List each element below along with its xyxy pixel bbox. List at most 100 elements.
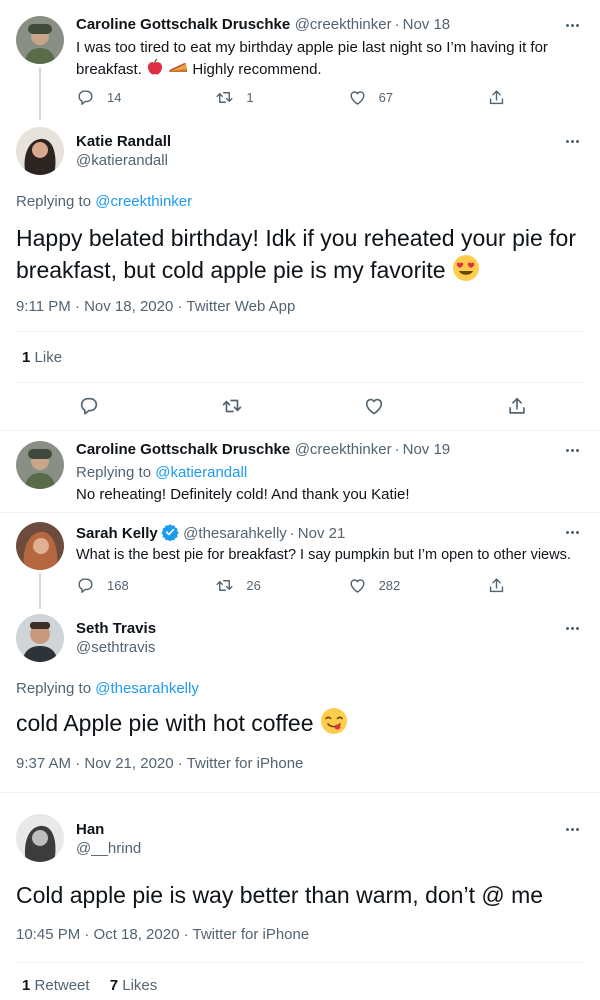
tweet-header: Katie Randall @katierandall xyxy=(76,133,171,169)
tweet-text: I was too tired to eat my birthday apple… xyxy=(76,38,586,82)
retweet-icon xyxy=(221,395,243,417)
display-name[interactable]: Katie Randall xyxy=(76,133,171,150)
more-icon[interactable] xyxy=(566,824,584,834)
tweet-text: What is the best pie for breakfast? I sa… xyxy=(76,547,571,563)
separator-dot: · xyxy=(289,525,295,542)
handle[interactable]: @creekthinker xyxy=(295,16,392,33)
handle[interactable]: @katierandall xyxy=(76,152,171,169)
divider xyxy=(0,430,600,431)
timestamp[interactable]: Nov 18 xyxy=(403,16,451,33)
thread-line xyxy=(39,573,41,609)
handle[interactable]: @sethtravis xyxy=(76,639,156,656)
like-button[interactable]: 282 xyxy=(348,576,401,595)
retweet-icon xyxy=(215,88,234,107)
replying-to: Replying to @creekthinker xyxy=(16,193,192,210)
retweet-stat-label: Retweet xyxy=(34,977,90,994)
like-icon xyxy=(348,576,367,595)
reply-button[interactable]: 14 xyxy=(76,88,121,107)
avatar[interactable] xyxy=(16,127,64,175)
thread-line xyxy=(39,68,41,120)
retweet-button[interactable]: 1 xyxy=(215,88,254,107)
tweet-text-line: breakfast. Highly recommend. xyxy=(76,58,586,82)
replying-to-link[interactable]: @creekthinker xyxy=(95,193,192,210)
divider xyxy=(16,382,584,383)
retweet-button[interactable]: 26 xyxy=(215,576,261,595)
tweet-actions: 14 1 67 xyxy=(76,88,506,107)
tweet-header: Seth Travis @sethtravis xyxy=(76,620,156,656)
avatar[interactable] xyxy=(16,814,64,862)
like-stat-label: Like xyxy=(34,349,63,366)
like-button[interactable]: 67 xyxy=(348,88,393,107)
reply-icon xyxy=(76,88,95,107)
avatar[interactable] xyxy=(16,614,64,662)
heart-eyes-emoji-icon xyxy=(452,254,480,290)
tweet-meta[interactable]: 9:37 AM · Nov 21, 2020 · Twitter for iPh… xyxy=(16,755,303,772)
like-stat[interactable]: 7 Likes xyxy=(110,977,158,994)
retweet-icon xyxy=(215,576,234,595)
apple-emoji-icon xyxy=(146,58,164,82)
more-icon[interactable] xyxy=(566,136,584,146)
avatar[interactable] xyxy=(16,441,64,489)
divider xyxy=(0,792,600,793)
more-icon[interactable] xyxy=(566,527,584,537)
like-button[interactable] xyxy=(363,395,385,417)
like-stat-count: 7 xyxy=(109,977,119,994)
display-name[interactable]: Caroline Gottschalk Druschke xyxy=(76,16,290,33)
display-name[interactable]: Caroline Gottschalk Druschke xyxy=(76,441,290,458)
retweet-count: 26 xyxy=(246,578,261,593)
more-icon[interactable] xyxy=(566,445,584,455)
pie-slice-emoji-icon xyxy=(168,59,188,81)
like-stat-count: 1 xyxy=(22,349,31,366)
tweet-meta[interactable]: 10:45 PM · Oct 18, 2020 · Twitter for iP… xyxy=(16,926,309,943)
reply-count: 14 xyxy=(107,90,122,105)
avatar[interactable] xyxy=(16,522,64,570)
handle[interactable]: @creekthinker xyxy=(295,441,392,458)
timestamp[interactable]: Nov 21 xyxy=(298,525,346,542)
timestamp[interactable]: Nov 19 xyxy=(403,441,451,458)
tweet-text: Cold apple pie is way better than warm, … xyxy=(16,882,544,908)
retweet-count: 1 xyxy=(246,90,254,105)
share-icon xyxy=(487,576,506,595)
tweet-header: Caroline Gottschalk Druschke @creekthink… xyxy=(76,441,450,459)
tweet-text-line: Happy belated birthday! Idk if you rehea… xyxy=(16,225,577,251)
verified-badge-icon xyxy=(161,523,179,546)
share-button[interactable] xyxy=(487,88,506,107)
more-icon[interactable] xyxy=(566,20,584,30)
tweet-actions: 168 26 282 xyxy=(76,576,506,595)
replying-to: Replying to @thesarahkelly xyxy=(16,680,199,697)
display-name[interactable]: Seth Travis xyxy=(76,620,156,637)
reply-button[interactable]: 168 xyxy=(76,576,129,595)
replying-to-label: Replying to xyxy=(16,680,92,697)
separator-dot: · xyxy=(394,16,400,33)
handle[interactable]: @__hrind xyxy=(76,840,141,857)
replying-to-label: Replying to xyxy=(16,193,92,210)
tweet-text-line: breakfast, but cold apple pie is my favo… xyxy=(16,254,586,290)
display-name[interactable]: Han xyxy=(76,821,141,838)
display-name[interactable]: Sarah Kelly xyxy=(76,525,158,542)
share-button[interactable] xyxy=(487,576,506,595)
avatar[interactable] xyxy=(16,16,64,64)
like-icon xyxy=(363,395,385,417)
like-count: 282 xyxy=(378,578,401,593)
divider xyxy=(16,962,584,963)
reply-button[interactable] xyxy=(78,395,100,417)
tweet-text: Happy belated birthday! Idk if you rehea… xyxy=(16,222,586,290)
replying-to-link[interactable]: @thesarahkelly xyxy=(95,680,199,697)
tweet-text-fragment: breakfast, but cold apple pie is my favo… xyxy=(16,257,446,284)
like-stat[interactable]: 1 Like xyxy=(22,349,62,366)
engagement-stats: 1 Retweet 7 Likes xyxy=(22,977,157,994)
handle[interactable]: @thesarahkelly xyxy=(183,525,287,542)
replying-to: Replying to @katierandall xyxy=(76,464,247,481)
like-stat-label: Likes xyxy=(122,977,158,994)
retweet-stat[interactable]: 1 Retweet xyxy=(22,977,90,994)
tweet-meta[interactable]: 9:11 PM · Nov 18, 2020 · Twitter Web App xyxy=(16,298,295,315)
more-icon[interactable] xyxy=(566,623,584,633)
replying-to-link[interactable]: @katierandall xyxy=(155,464,247,481)
replying-to-label: Replying to xyxy=(76,464,152,481)
like-icon xyxy=(348,88,367,107)
reply-count: 168 xyxy=(107,578,129,593)
share-button[interactable] xyxy=(506,395,528,417)
retweet-button[interactable] xyxy=(221,395,243,417)
share-icon xyxy=(506,395,528,417)
separator-dot: · xyxy=(394,441,400,458)
